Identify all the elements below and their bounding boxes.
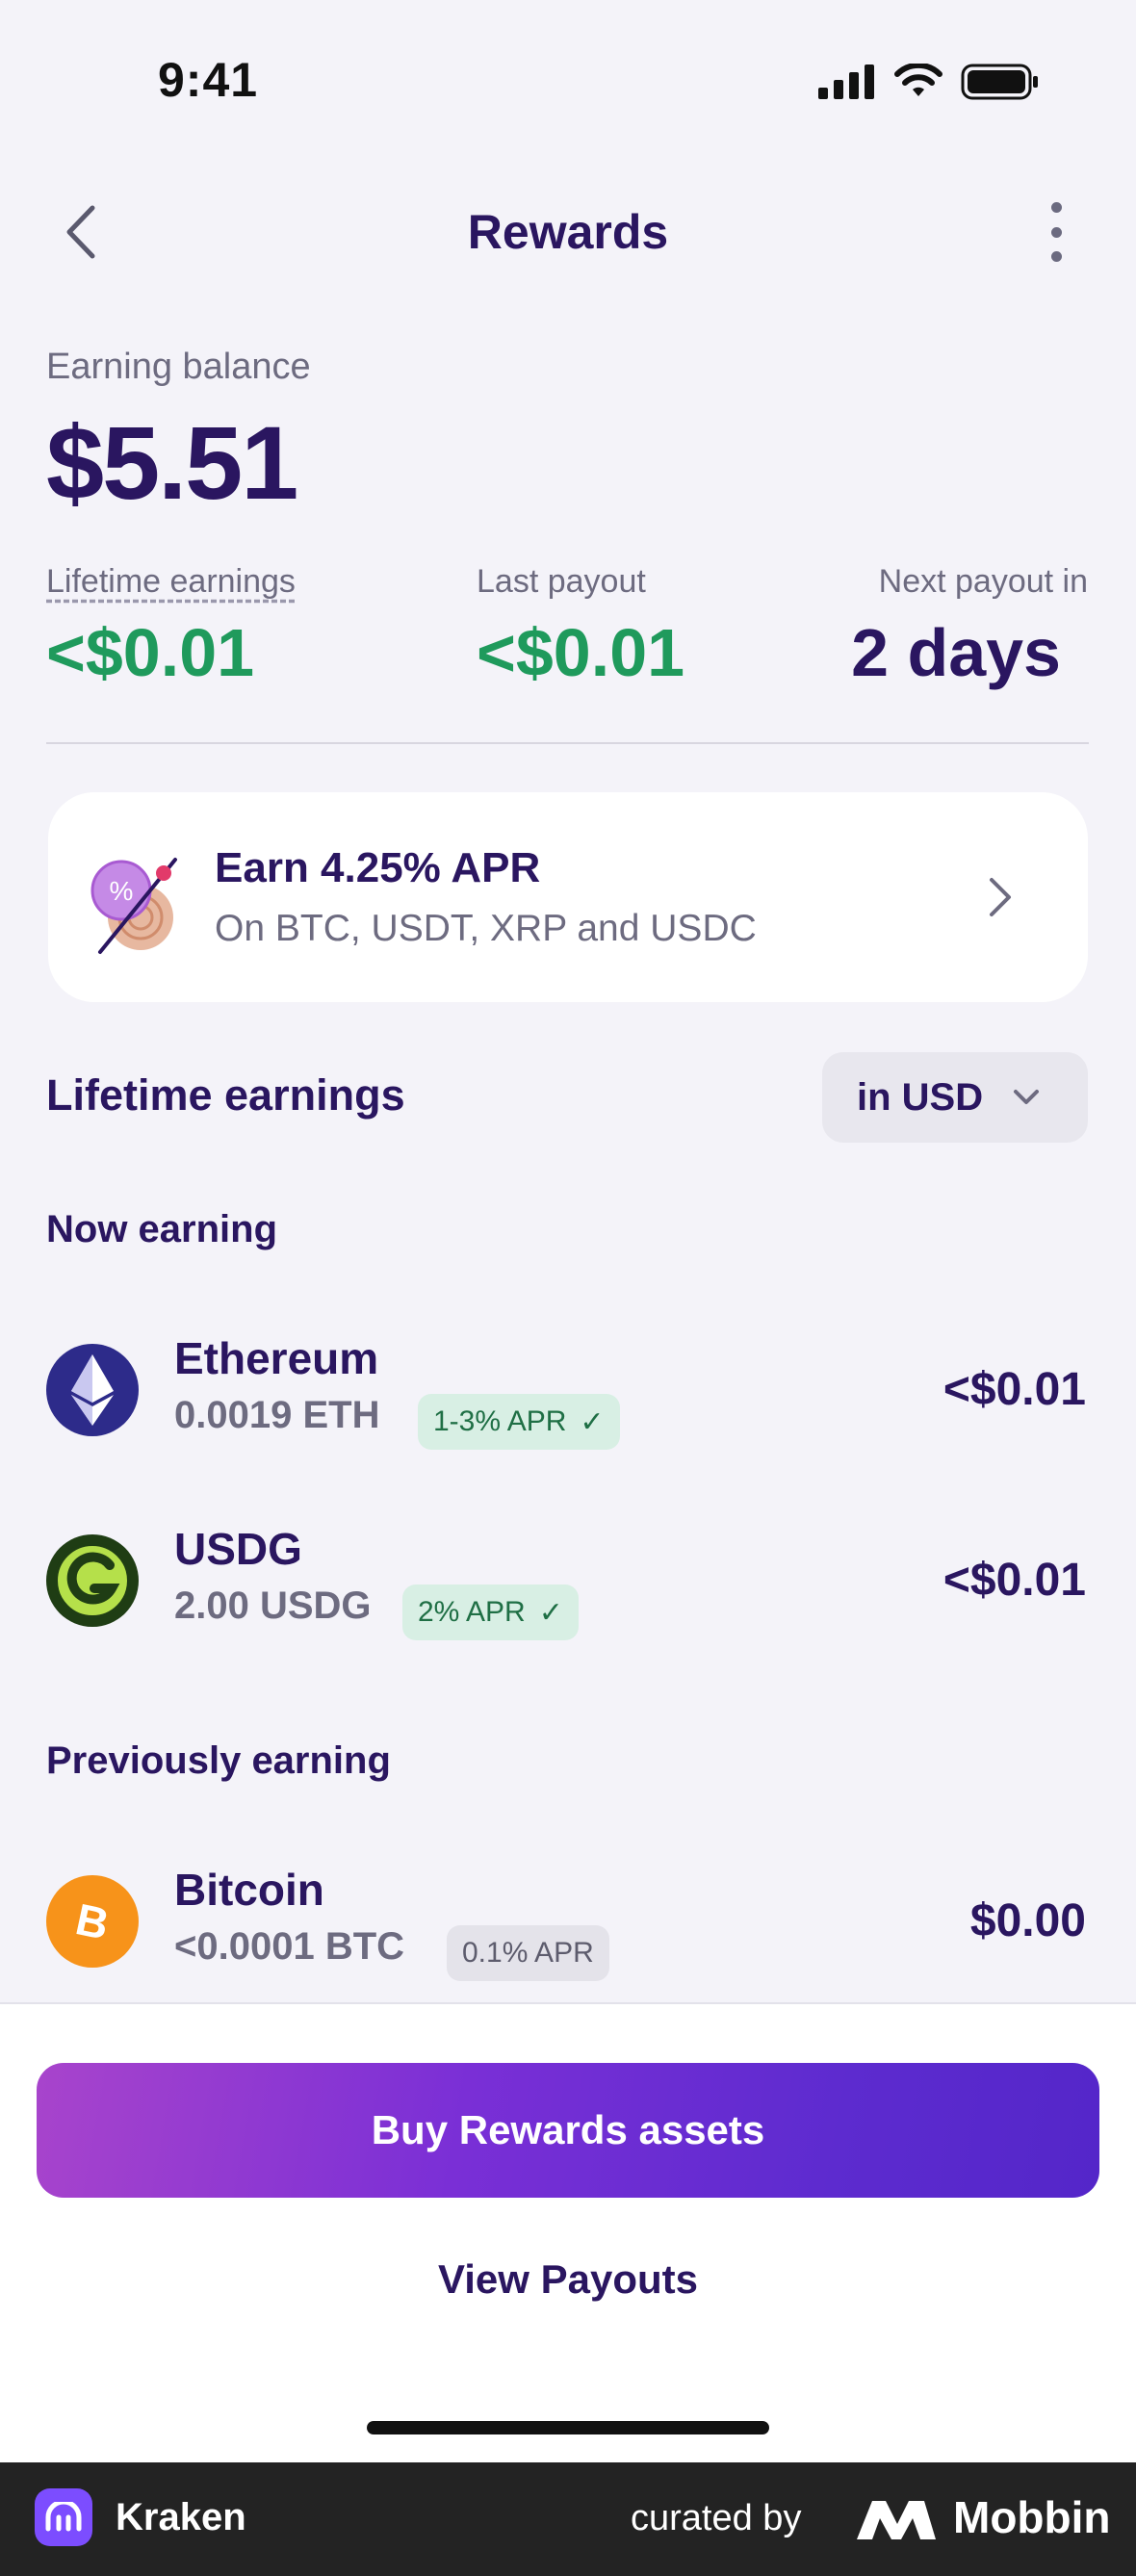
check-icon: ✓ — [580, 1405, 605, 1438]
signal-icon — [818, 64, 874, 99]
balance-value: $5.51 — [46, 404, 298, 521]
kraken-logo-icon — [35, 2488, 92, 2546]
asset-amount: <0.0001 BTC — [174, 1925, 405, 1968]
apr-badge-label: 0.1% APR — [462, 1937, 594, 1969]
ethereum-icon — [46, 1344, 139, 1436]
wifi-icon — [894, 64, 942, 96]
promo-title: Earn 4.25% APR — [215, 844, 541, 891]
apr-badge-label: 1-3% APR — [433, 1405, 567, 1437]
asset-amount: 0.0019 ETH — [174, 1394, 380, 1436]
now-earning-header: Now earning — [46, 1208, 278, 1250]
usdg-icon — [46, 1534, 139, 1627]
last-payout-value: <$0.01 — [477, 615, 685, 690]
promo-subtitle: On BTC, USDT, XRP and USDC — [215, 908, 757, 949]
lifetime-earnings-title: Lifetime earnings — [46, 1070, 405, 1120]
balance-label: Earning balance — [46, 347, 311, 387]
asset-name: USDG — [174, 1524, 302, 1574]
next-payout-value: 2 days — [851, 615, 1061, 690]
chevron-down-icon — [1014, 1090, 1040, 1104]
more-dot-icon — [1050, 251, 1062, 262]
status-time: 9:41 — [158, 53, 259, 107]
view-payouts-link[interactable]: View Payouts — [0, 2256, 1136, 2303]
apr-promo-card[interactable] — [48, 792, 1088, 1002]
asset-row-usdg[interactable]: USDG 2.00 USDG 2% APR ✓ <$0.01 — [0, 1513, 1136, 1648]
check-icon: ✓ — [538, 1596, 563, 1629]
next-payout-label: Next payout in — [878, 563, 1088, 600]
curated-by-label: curated by — [631, 2498, 802, 2538]
status-icons — [818, 64, 1040, 100]
buy-rewards-assets-button[interactable]: Buy Rewards assets — [37, 2063, 1099, 2198]
divider — [46, 742, 1089, 744]
asset-value: <$0.01 — [942, 1555, 1086, 1606]
previously-earning-header: Previously earning — [46, 1739, 391, 1782]
lifetime-earnings-label[interactable]: Lifetime earnings — [46, 563, 296, 601]
chevron-right-icon — [990, 878, 1011, 916]
battery-icon — [961, 64, 1038, 100]
asset-value: <$0.01 — [942, 1364, 1086, 1415]
apr-badge: 0.1% APR — [447, 1925, 609, 1981]
more-dot-icon — [1050, 226, 1062, 238]
apr-badge: 2% APR ✓ — [402, 1584, 579, 1640]
asset-name: Ethereum — [174, 1333, 379, 1383]
lifetime-earnings-value: <$0.01 — [46, 615, 255, 690]
asset-row-ethereum[interactable]: Ethereum 0.0019 ETH 1-3% APR ✓ <$0.01 — [0, 1323, 1136, 1457]
currency-select[interactable]: in USD — [822, 1052, 1088, 1143]
bitcoin-icon: B — [46, 1875, 139, 1968]
asset-value: $0.00 — [969, 1895, 1086, 1946]
apr-badge: 1-3% APR ✓ — [418, 1394, 620, 1450]
mobbin-logo-icon — [857, 2501, 936, 2539]
mobbin-brand: Mobbin — [953, 2492, 1111, 2542]
last-payout-label: Last payout — [477, 563, 646, 600]
app-name: Kraken — [116, 2496, 246, 2538]
percent-coin-icon: % — [90, 858, 177, 954]
apr-badge-label: 2% APR — [418, 1596, 526, 1628]
asset-name: Bitcoin — [174, 1865, 324, 1915]
currency-select-label: in USD — [857, 1075, 984, 1119]
more-options-button[interactable] — [1042, 202, 1071, 262]
more-dot-icon — [1050, 202, 1062, 213]
svg-text:B: B — [71, 1893, 113, 1949]
asset-row-bitcoin[interactable]: B Bitcoin <0.0001 BTC 0.1% APR $0.00 — [0, 1854, 1136, 1989]
home-indicator — [367, 2421, 769, 2434]
asset-amount: 2.00 USDG — [174, 1584, 372, 1627]
svg-text:%: % — [110, 876, 134, 906]
page-title: Rewards — [467, 205, 669, 259]
